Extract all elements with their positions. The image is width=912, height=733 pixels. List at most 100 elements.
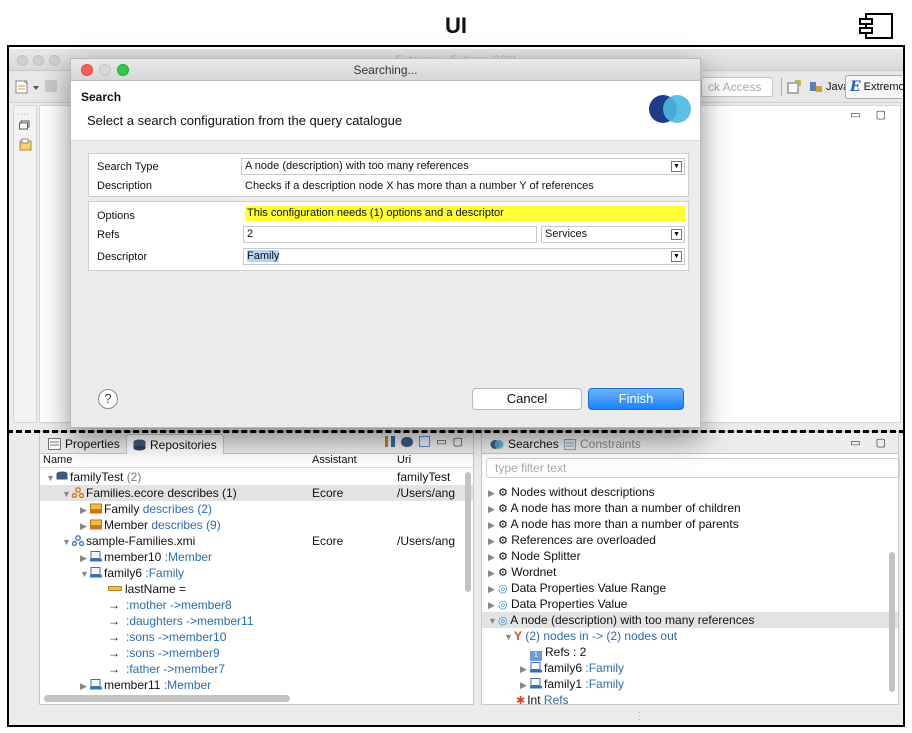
reference-arrow-icon: →: [108, 662, 120, 676]
save-icon[interactable]: [45, 80, 57, 92]
tab-searches-label: Searches: [508, 437, 559, 451]
list-item[interactable]: ▶ ◎ Data Properties Value: [482, 596, 898, 612]
list-item[interactable]: 1 Refs : 2: [482, 644, 898, 661]
horizontal-scrollbar[interactable]: [44, 695, 290, 702]
table-row[interactable]: lastName =: [40, 581, 473, 597]
open-perspective-icon[interactable]: [787, 80, 801, 94]
object-icon: [530, 678, 542, 689]
quick-access-input[interactable]: ck Access: [701, 77, 773, 97]
table-row[interactable]: ▶ Member describes (9): [40, 517, 473, 533]
restore-icon[interactable]: [19, 120, 31, 130]
vertical-scrollbar[interactable]: [889, 552, 895, 692]
item-label: Int: [527, 693, 541, 707]
properties-icon: [48, 438, 61, 450]
zoom-light[interactable]: [49, 55, 60, 66]
cancel-button[interactable]: Cancel: [472, 388, 582, 410]
object-icon: [530, 662, 542, 673]
minimize-icon[interactable]: ▭: [436, 435, 446, 448]
dialog-minimize-button[interactable]: [99, 64, 111, 76]
expanded-triangle-icon[interactable]: ▼: [80, 566, 90, 582]
repositories-panel: Properties Repositories ▭ ▢ Name Assista…: [39, 431, 474, 705]
item-label: A node has more than a number of childre…: [510, 501, 741, 515]
search-filter-input[interactable]: type filter text: [486, 458, 900, 478]
search-type-dropdown[interactable]: A node (description) with too many refer…: [241, 158, 685, 175]
target-icon: ◎: [498, 615, 508, 627]
searches-tabbar: Searches Constraints ▭ ▢: [482, 432, 898, 454]
dialog-close-button[interactable]: [81, 64, 93, 76]
item-label: A node has more than a number of parents: [510, 517, 739, 531]
list-item[interactable]: ▶ ◎ Data Properties Value Range: [482, 580, 898, 596]
list-item[interactable]: ▶ ⚙ References are overloaded: [482, 532, 898, 548]
table-row[interactable]: →:daughters ->member11: [40, 613, 473, 629]
list-item[interactable]: ✱ Int Refs: [482, 692, 898, 708]
editor-minmax-controls[interactable]: ▭ ▢: [850, 108, 892, 121]
repositories-icon: [133, 439, 146, 450]
tab-repositories-label: Repositories: [150, 437, 217, 452]
row-name: Families.ecore describes (1): [86, 486, 237, 500]
table-row[interactable]: ▼ family6 :Family: [40, 565, 473, 581]
row-suffix: :Member: [163, 678, 212, 692]
finish-button[interactable]: Finish: [588, 388, 684, 410]
minimize-light[interactable]: [33, 55, 44, 66]
list-item[interactable]: ▼Y (2) nodes in -> (2) nodes out: [482, 628, 898, 644]
list-item[interactable]: ▶ ⚙ Node Splitter: [482, 548, 898, 564]
table-row[interactable]: ▼ sample-Families.xmi Ecore /Users/ang: [40, 533, 473, 549]
table-row[interactable]: ▼ familyTest (2) familyTest: [40, 469, 473, 485]
dialog-zoom-button[interactable]: [117, 64, 129, 76]
tab-repositories[interactable]: Repositories: [126, 434, 224, 454]
tab-searches[interactable]: Searches: [484, 434, 565, 454]
hierarchy-icon[interactable]: [385, 436, 396, 447]
collapsed-triangle-icon[interactable]: ▶: [80, 550, 90, 566]
reference-arrow-icon: →: [108, 630, 120, 644]
refs-input[interactable]: 2: [243, 226, 537, 243]
assistant-icon[interactable]: [401, 436, 414, 447]
dropdown-arrow-icon: ▼: [671, 251, 682, 262]
collapsed-triangle-icon: ▶: [488, 568, 495, 578]
table-row[interactable]: ▶ Family describes (2): [40, 501, 473, 517]
table-row[interactable]: ▶ member10 :Member: [40, 549, 473, 565]
table-row[interactable]: →:mother ->member8: [40, 597, 473, 613]
help-button[interactable]: ?: [98, 389, 118, 409]
perspective-extremo[interactable]: E Extremo: [845, 75, 903, 99]
expanded-triangle-icon[interactable]: ▼: [62, 486, 72, 502]
searches-minmax-controls[interactable]: ▭ ▢: [850, 436, 892, 449]
list-item[interactable]: ▶ ⚙ Wordnet: [482, 564, 898, 580]
tab-properties-label: Properties: [65, 437, 120, 451]
package-explorer-icon[interactable]: [19, 138, 32, 151]
refs-type-dropdown[interactable]: Services ▼: [541, 226, 685, 243]
column-assistant[interactable]: Assistant: [312, 454, 357, 466]
trim-handle[interactable]: ....: [17, 108, 30, 117]
object-icon: [90, 679, 102, 690]
close-light[interactable]: [17, 55, 28, 66]
descriptor-dropdown[interactable]: Family ▼: [243, 248, 685, 265]
collapsed-triangle-icon[interactable]: ▶: [80, 502, 90, 518]
column-name[interactable]: Name: [43, 454, 72, 466]
collapsed-triangle-icon: ▶: [488, 520, 495, 530]
list-item[interactable]: ▶ ⚙ Nodes without descriptions: [482, 484, 898, 500]
collapsed-triangle-icon[interactable]: ▶: [80, 678, 90, 694]
table-row[interactable]: →:sons ->member10: [40, 629, 473, 645]
list-item[interactable]: ▶ ⚙ A node has more than a number of pare…: [482, 516, 898, 532]
expanded-triangle-icon[interactable]: ▼: [62, 534, 72, 550]
table-row[interactable]: →:father ->member7: [40, 661, 473, 677]
vertical-scrollbar[interactable]: [465, 472, 471, 592]
tab-properties[interactable]: Properties: [42, 434, 126, 454]
maximize-icon[interactable]: ▢: [453, 435, 463, 448]
row-suffix: (2): [126, 470, 142, 484]
collapse-all-icon[interactable]: [419, 436, 431, 447]
new-wizard-icon[interactable]: [15, 79, 41, 95]
list-item[interactable]: ▶ family6 :Family: [482, 660, 898, 676]
expanded-triangle-icon[interactable]: ▼: [46, 470, 56, 486]
table-row[interactable]: ▶ member11 :Member: [40, 677, 473, 693]
panel-splitter-handle[interactable]: ⋮: [634, 711, 644, 722]
row-name: familyTest: [70, 470, 124, 484]
list-item[interactable]: ▼◎ A node (description) with too many re…: [482, 612, 898, 628]
list-item[interactable]: ▶ ⚙ A node has more than a number of chil…: [482, 500, 898, 516]
item-label: Nodes without descriptions: [511, 485, 655, 499]
table-row[interactable]: →:sons ->member9: [40, 645, 473, 661]
collapsed-triangle-icon[interactable]: ▶: [80, 518, 90, 534]
tab-constraints[interactable]: Constraints: [558, 434, 647, 454]
column-uri[interactable]: Uri: [397, 454, 411, 466]
list-item[interactable]: ▶ family1 :Family: [482, 676, 898, 692]
table-row[interactable]: ▼ Families.ecore describes (1) Ecore /Use…: [40, 485, 473, 501]
